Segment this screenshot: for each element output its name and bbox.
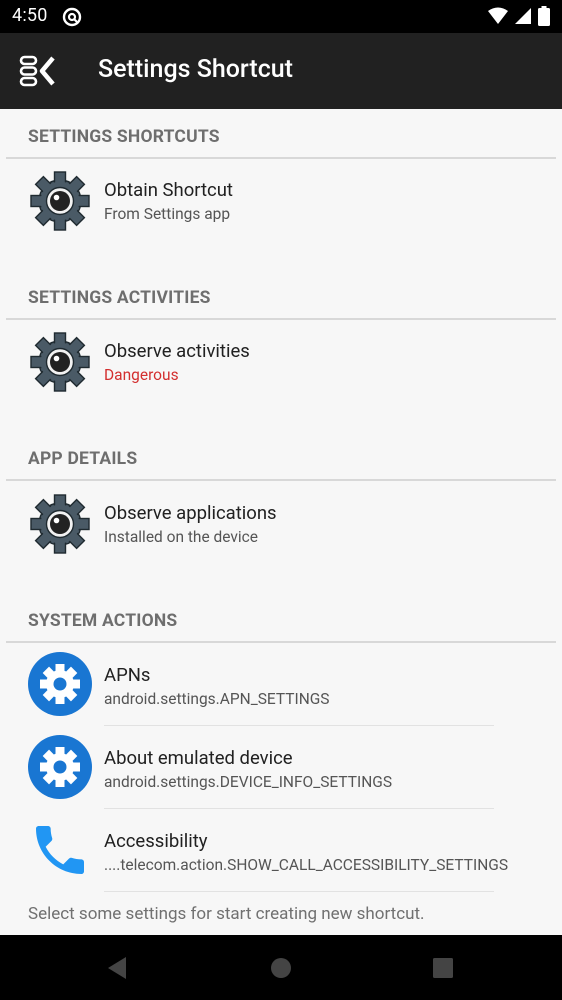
item-title: Observe applications xyxy=(104,502,277,524)
settings-list: SETTINGS SHORTCUTS Obtain Shortcut From … xyxy=(0,109,562,935)
item-subtitle-danger: Dangerous xyxy=(104,366,179,384)
section-header-app-details: APP DETAILS xyxy=(6,431,556,481)
item-title: APNs xyxy=(104,664,151,686)
item-subtitle: ....telecom.action.SHOW_CALL_ACCESSIBILI… xyxy=(104,856,509,874)
recents-icon[interactable] xyxy=(432,957,454,983)
blue-gear-icon xyxy=(28,652,92,716)
divider xyxy=(104,891,494,892)
hint-text: Select some settings for start creating … xyxy=(28,904,425,924)
wifi-icon xyxy=(488,7,508,29)
list-item-apns[interactable]: APNs android.settings.APN_SETTINGS xyxy=(0,652,562,732)
section-header-settings-activities: SETTINGS ACTIVITIES xyxy=(6,270,556,320)
list-item-obtain-shortcut[interactable]: Obtain Shortcut From Settings app xyxy=(0,169,562,249)
menu-back-icon[interactable] xyxy=(18,55,58,87)
app-bar: Settings Shortcut xyxy=(0,33,562,109)
back-icon[interactable] xyxy=(106,956,128,984)
at-sign-icon xyxy=(62,7,82,31)
status-time: 4:50 xyxy=(12,5,48,26)
section-title: SETTINGS ACTIVITIES xyxy=(28,288,211,308)
item-subtitle: android.settings.APN_SETTINGS xyxy=(104,690,330,708)
list-item-observe-applications[interactable]: Observe applications Installed on the de… xyxy=(0,492,562,572)
item-subtitle: Installed on the device xyxy=(104,528,259,546)
status-bar: 4:50 xyxy=(0,0,562,33)
gear-camera-icon xyxy=(28,330,92,394)
section-title: APP DETAILS xyxy=(28,449,138,469)
navigation-bar xyxy=(0,935,562,1000)
section-header-settings-shortcuts: SETTINGS SHORTCUTS xyxy=(6,109,556,159)
list-item-observe-activities[interactable]: Observe activities Dangerous xyxy=(0,330,562,410)
divider xyxy=(104,725,494,726)
battery-icon xyxy=(538,6,550,30)
gear-camera-icon xyxy=(28,169,92,233)
cell-signal-icon xyxy=(514,7,532,29)
list-item-accessibility[interactable]: Accessibility ....telecom.action.SHOW_CA… xyxy=(0,818,562,898)
status-icons xyxy=(488,6,550,30)
item-subtitle: android.settings.DEVICE_INFO_SETTINGS xyxy=(104,773,393,791)
divider xyxy=(104,808,494,809)
phone-icon xyxy=(28,818,92,882)
section-title: SYSTEM ACTIONS xyxy=(28,611,178,631)
item-title: Obtain Shortcut xyxy=(104,179,233,201)
gear-camera-icon xyxy=(28,492,92,556)
item-title: Accessibility xyxy=(104,830,208,852)
blue-gear-icon xyxy=(28,735,92,799)
section-header-system-actions: SYSTEM ACTIONS xyxy=(6,593,556,643)
page-title: Settings Shortcut xyxy=(98,55,293,84)
item-title: About emulated device xyxy=(104,747,293,769)
home-icon[interactable] xyxy=(270,957,292,983)
item-subtitle: From Settings app xyxy=(104,205,231,223)
item-title: Observe activities xyxy=(104,340,250,362)
section-title: SETTINGS SHORTCUTS xyxy=(28,127,220,147)
list-item-about-emulated-device[interactable]: About emulated device android.settings.D… xyxy=(0,735,562,815)
